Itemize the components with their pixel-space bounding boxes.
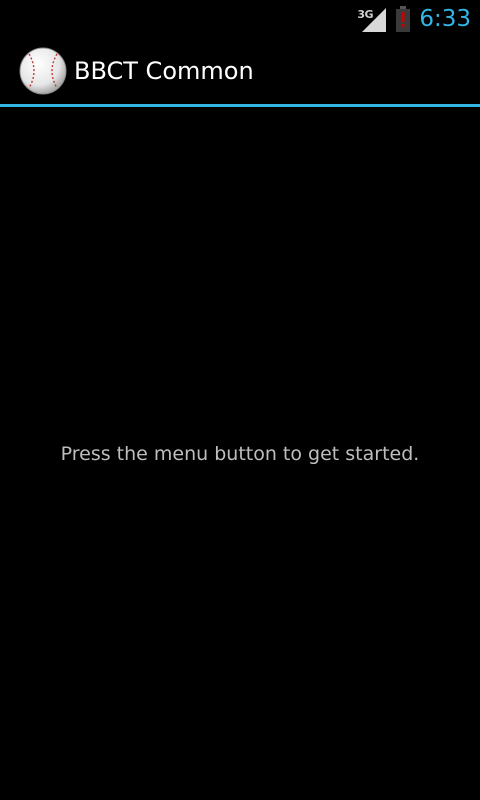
signal-strength-icon: 3G <box>357 4 388 34</box>
battery-alert-icon <box>396 6 411 32</box>
status-clock: 6:33 <box>419 6 471 32</box>
status-bar: 3G 6:33 <box>0 0 480 38</box>
main-content: Press the menu button to get started. <box>0 110 480 800</box>
baseball-icon[interactable] <box>19 47 67 95</box>
action-bar: BBCT Common <box>0 38 480 107</box>
get-started-hint: Press the menu button to get started. <box>60 443 420 465</box>
app-title: BBCT Common <box>74 57 254 85</box>
network-type-label: 3G <box>357 8 374 21</box>
